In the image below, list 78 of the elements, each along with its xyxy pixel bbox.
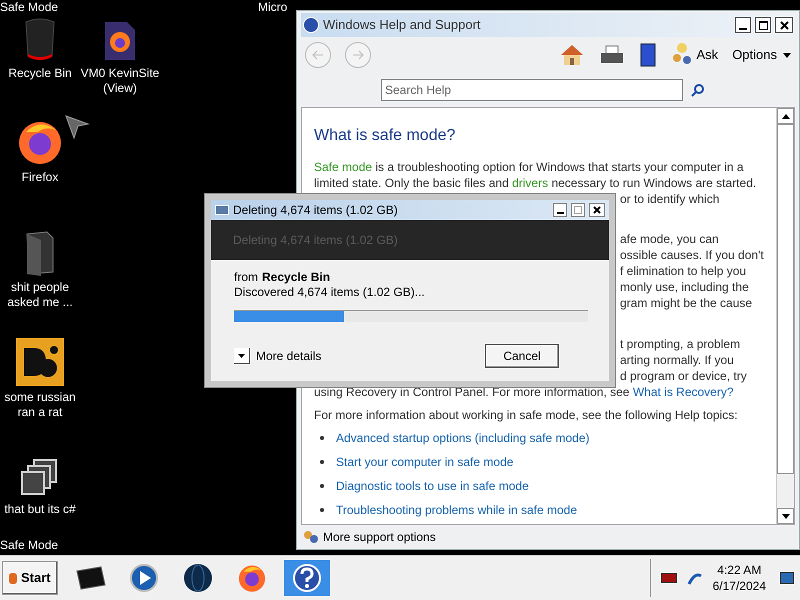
article-text: or to identify which — [620, 192, 720, 206]
people-icon — [303, 529, 319, 545]
icon-label: Firefox — [20, 170, 60, 185]
caret-icon — [783, 52, 791, 58]
clock-time: 4:22 AM — [717, 562, 762, 578]
book-icon[interactable] — [638, 42, 657, 68]
start-icon — [9, 572, 17, 584]
article-text: arting normally. If you — [620, 353, 734, 367]
taskbar-app[interactable] — [284, 560, 330, 596]
topic-link[interactable]: Troubleshooting problems while in safe mode — [336, 502, 578, 518]
mouse-pointer-icon — [64, 114, 90, 140]
icon-label: Recycle Bin — [7, 66, 73, 81]
icon-label: that but its c# — [3, 502, 77, 517]
source-name: Recycle Bin — [262, 270, 330, 285]
options-button[interactable]: Options — [732, 45, 791, 65]
file-icon — [103, 20, 137, 62]
article-text: d program or device, try — [620, 369, 747, 383]
windows-stack-icon — [20, 458, 60, 498]
topic-link[interactable]: Start your computer in safe mode — [336, 454, 514, 470]
monitor-icon — [660, 573, 677, 583]
close-button[interactable] — [589, 203, 605, 217]
down-caret-icon — [782, 514, 790, 518]
window-icon — [215, 205, 229, 215]
topic-link[interactable]: Advanced startup options (including safe mode) — [336, 430, 590, 446]
home-icon[interactable] — [558, 43, 585, 67]
minimize-button[interactable] — [553, 203, 567, 217]
support-options-link[interactable]: More support options — [323, 528, 436, 546]
ask-button[interactable]: Ask — [696, 45, 718, 65]
status-text: Discovered 4,674 items (1.02 GB)... — [234, 285, 426, 300]
maximize-button[interactable] — [755, 17, 771, 33]
article-text: using Recovery in Control Panel. For more information, see What is Recovery? — [314, 385, 734, 399]
topic-link[interactable]: Diagnostic tools to use in safe mode — [336, 478, 529, 494]
article-text: f elimination to help you — [620, 264, 746, 278]
scroll-up-button[interactable] — [777, 108, 794, 124]
scroll-thumb[interactable] — [777, 124, 794, 474]
bullet-icon — [320, 460, 324, 464]
forward-arrow-icon — [352, 50, 364, 60]
bullet-icon — [320, 508, 324, 512]
article-text: gram might be the cause — [620, 296, 752, 310]
globe-icon — [182, 563, 213, 593]
from-label: from — [234, 270, 258, 285]
app-icon — [16, 338, 64, 386]
search-icon[interactable] — [691, 83, 705, 97]
up-caret-icon — [782, 114, 790, 118]
back-arrow-icon — [312, 50, 324, 60]
caret-icon — [238, 354, 245, 358]
firefox-icon — [236, 563, 267, 593]
article-text: Safe mode is a troubleshooting option for Windows that starts your computer in a — [314, 160, 744, 174]
article-text: ossible causes. If you don't — [620, 248, 764, 262]
article-text: afe mode, you can — [620, 232, 719, 246]
start-button[interactable]: Start — [2, 561, 58, 595]
article-text: For more information about working in safe mode, see the following Help topics: — [314, 408, 738, 422]
search-field[interactable]: Search Help — [381, 79, 683, 101]
play-icon — [128, 563, 159, 593]
desktop-label: Safe Mode — [0, 0, 58, 14]
icon-label: shit people asked me ... — [6, 280, 74, 310]
window-title: Windows Help and Support — [323, 16, 482, 34]
minimize-button[interactable] — [735, 17, 751, 33]
icon-label: VM0 KevinSite (View) — [80, 66, 160, 96]
scroll-down-button[interactable] — [777, 508, 794, 524]
bullet-icon — [320, 436, 324, 440]
bullet-icon — [320, 484, 324, 488]
dialog-title: Deleting 4,674 items (1.02 GB) — [233, 202, 399, 219]
close-icon — [593, 206, 601, 214]
clock-date: 6/17/2024 — [712, 578, 766, 594]
close-icon — [780, 20, 788, 30]
close-button[interactable] — [775, 17, 793, 33]
article-text: limited state. Only the basic files and drivers necessary to run Windows are started. — [314, 176, 756, 190]
article-text: t prompting, a problem — [620, 337, 740, 351]
cancel-button[interactable]: Cancel — [485, 344, 559, 368]
expand-button[interactable] — [234, 348, 250, 364]
icon-label: some russian ran a rat — [3, 390, 77, 420]
desktop-label: Safe Mode — [0, 538, 58, 552]
desktop-label: Micro — [258, 0, 288, 14]
more-details-label: More details — [256, 348, 322, 365]
article-text: monly use, including the — [620, 280, 749, 294]
printer-icon[interactable] — [598, 44, 625, 66]
article-heading: What is safe mode? — [314, 126, 456, 146]
